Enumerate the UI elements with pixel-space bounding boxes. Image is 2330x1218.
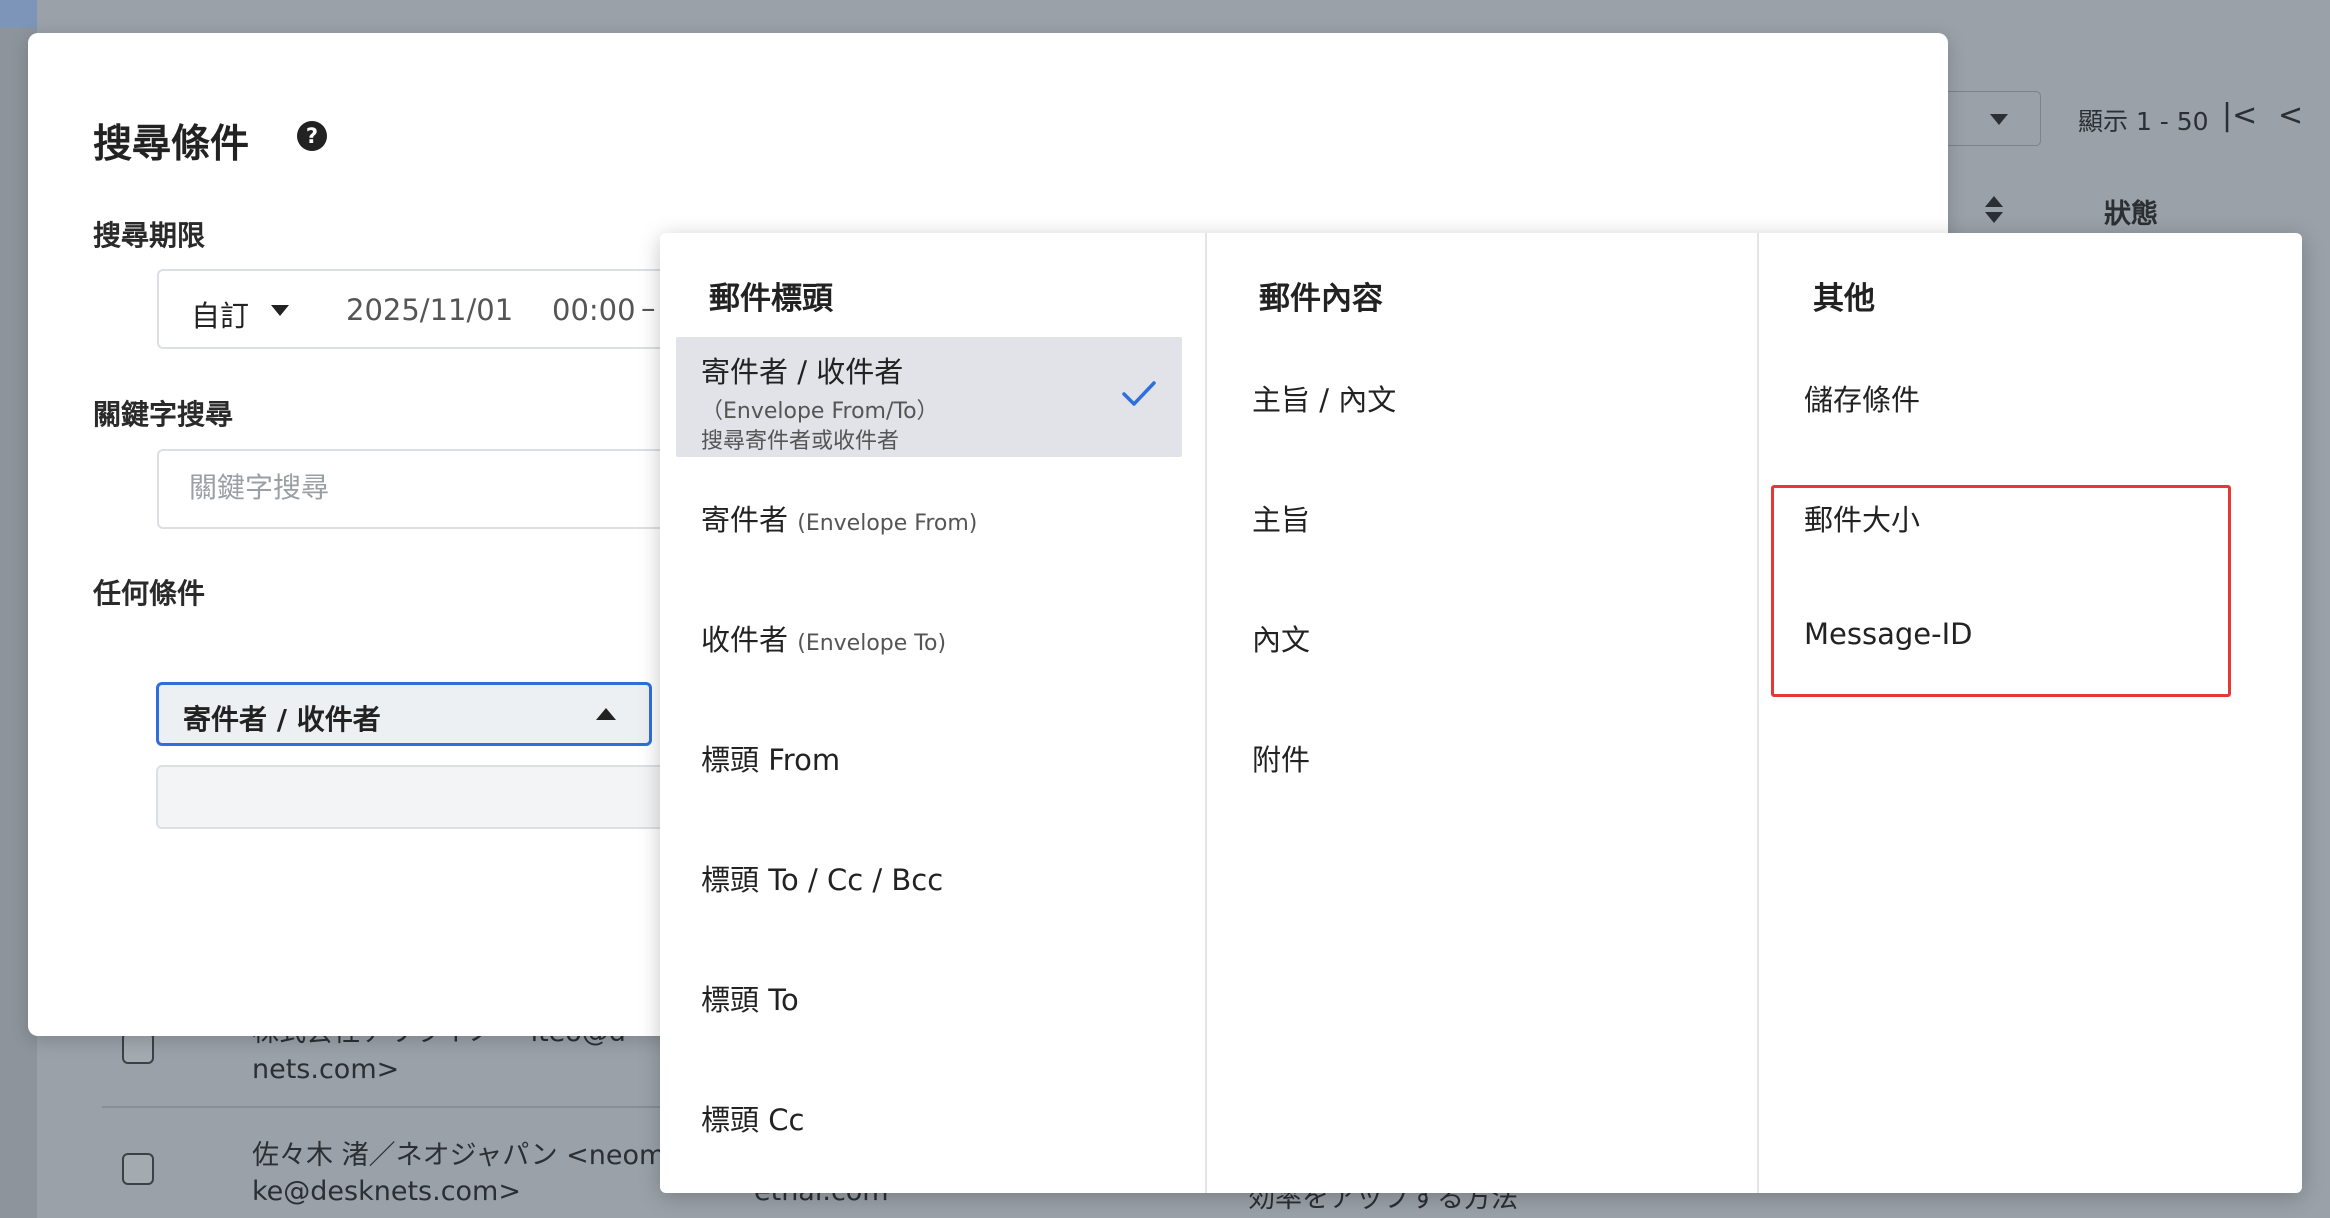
sidebar-accent <box>0 0 37 28</box>
option-sub: (Envelope To) <box>797 631 947 656</box>
option-label: 標頭 To <box>701 983 799 1017</box>
first-page-icon[interactable]: |< <box>2222 98 2257 133</box>
condition-type-value: 寄件者 / 收件者 <box>183 703 381 736</box>
condition-value-input[interactable] <box>156 765 676 829</box>
period-field: 自訂 2025/11/01 00:00 – 2 <box>157 269 717 349</box>
prev-page-icon[interactable]: < <box>2278 98 2303 133</box>
option-header-to-cc-bcc[interactable]: 標頭 To / Cc / Bcc <box>701 857 943 899</box>
option-subject[interactable]: 主旨 <box>1252 497 1310 539</box>
option-sender-recipient[interactable]: 寄件者 / 收件者 （Envelope From/To） 搜尋寄件者或收件者 <box>676 337 1182 457</box>
question-circle-icon[interactable]: ? <box>297 121 327 151</box>
option-header-cc[interactable]: 標頭 Cc <box>701 1097 804 1139</box>
option-sub: (Envelope From) <box>797 511 978 536</box>
option-desc: 搜尋寄件者或收件者 <box>701 429 900 454</box>
row-sender-line1: 佐々木 渚／ネオジャパン <neom <box>252 1140 666 1171</box>
option-header-to[interactable]: 標頭 To <box>701 977 799 1019</box>
option-label: 寄件者 <box>701 503 789 537</box>
option-message-id[interactable]: Message-ID <box>1804 617 1972 651</box>
sort-desc-icon[interactable] <box>1985 212 2003 223</box>
row-sender-line2: ke@desknets.com> <box>252 1176 521 1207</box>
condition-label: 任何條件 <box>93 577 206 610</box>
header-options-column: 郵件標頭 寄件者 / 收件者 （Envelope From/To） 搜尋寄件者或… <box>660 233 1205 1193</box>
option-subject-body[interactable]: 主旨 / 內文 <box>1252 377 1396 419</box>
period-label: 搜尋期限 <box>93 219 206 252</box>
period-separator: – <box>641 291 656 325</box>
keyword-field <box>157 449 717 529</box>
chevron-down-icon[interactable] <box>271 305 289 316</box>
option-envelope-to[interactable]: 收件者 (Envelope To) <box>701 617 946 659</box>
option-label: 寄件者 / 收件者 <box>701 355 904 389</box>
option-attachment[interactable]: 附件 <box>1252 737 1310 779</box>
option-body[interactable]: 內文 <box>1252 617 1310 659</box>
option-saved-conditions[interactable]: 儲存條件 <box>1804 377 1920 419</box>
start-date-input[interactable]: 2025/11/01 <box>346 293 513 327</box>
column-header: 郵件內容 <box>1259 281 1383 317</box>
status-column-header: 狀態 <box>2104 199 2158 230</box>
option-envelope-from[interactable]: 寄件者 (Envelope From) <box>701 497 977 539</box>
period-type-select[interactable]: 自訂 <box>191 293 249 335</box>
keyword-input[interactable] <box>189 471 689 504</box>
condition-type-dropdown: 郵件標頭 寄件者 / 收件者 （Envelope From/To） 搜尋寄件者或… <box>660 233 2302 1193</box>
pager-range: 顯示 1 - 50 <box>2078 107 2209 136</box>
content-options-column: 郵件內容 主旨 / 內文 主旨 內文 附件 <box>1205 233 1757 1193</box>
dialog-title: 搜尋條件 <box>93 122 250 167</box>
chevron-up-icon <box>596 708 616 720</box>
condition-type-select[interactable]: 寄件者 / 收件者 <box>156 682 652 746</box>
check-icon <box>1122 381 1156 406</box>
option-sub: （Envelope From/To） <box>701 399 939 424</box>
option-label: 收件者 <box>701 623 789 657</box>
option-label: 標頭 From <box>701 743 841 777</box>
column-header: 其他 <box>1813 281 1875 317</box>
row-checkbox[interactable] <box>122 1032 154 1064</box>
option-label: 標頭 Cc <box>701 1103 805 1137</box>
option-label: 標頭 To / Cc / Bcc <box>701 863 944 897</box>
column-header: 郵件標頭 <box>709 281 833 317</box>
row-checkbox[interactable] <box>122 1153 154 1185</box>
keyword-label: 關鍵字搜尋 <box>93 398 234 431</box>
start-time-input[interactable]: 00:00 <box>552 293 636 327</box>
option-header-from[interactable]: 標頭 From <box>701 737 840 779</box>
sort-asc-icon[interactable] <box>1985 196 2003 207</box>
row-sender-line2: nets.com> <box>252 1054 400 1085</box>
other-options-column: 其他 儲存條件 郵件大小 Message-ID <box>1757 233 2302 1193</box>
option-mail-size[interactable]: 郵件大小 <box>1804 497 1920 539</box>
chevron-down-icon <box>1990 114 2008 125</box>
